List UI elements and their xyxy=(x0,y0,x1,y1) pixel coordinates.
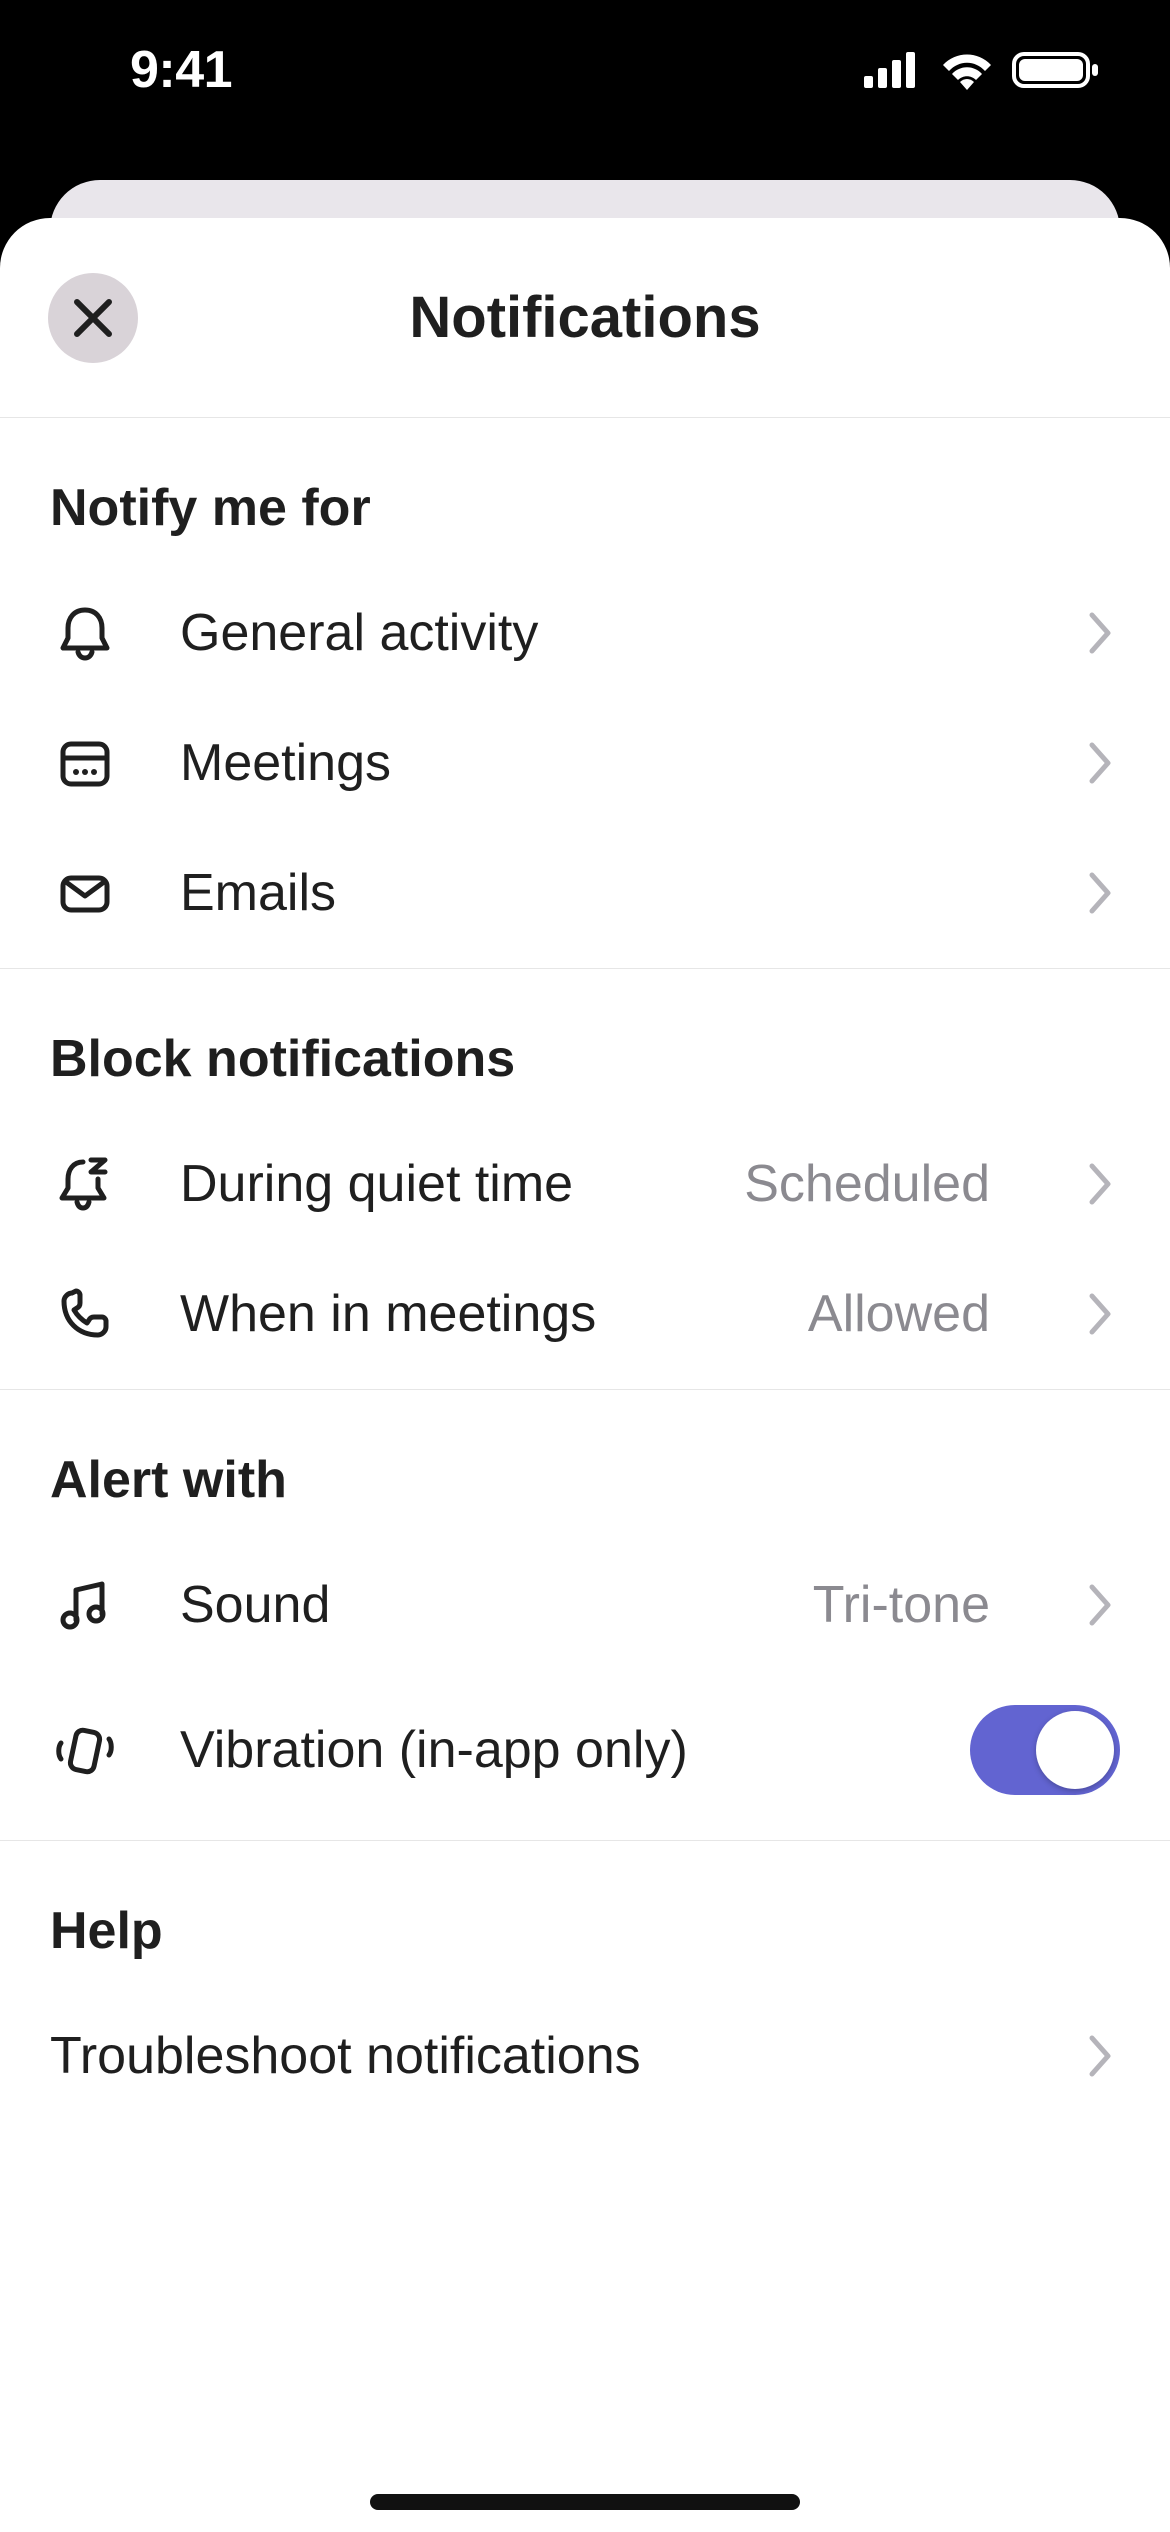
chevron-right-icon xyxy=(1080,871,1120,915)
toggle-knob xyxy=(1036,1711,1114,1789)
row-label: During quiet time xyxy=(180,1154,573,1214)
vibration-icon xyxy=(50,1721,120,1779)
row-sound[interactable]: Sound Tri-tone xyxy=(0,1540,1170,1670)
chevron-right-icon xyxy=(1080,1292,1120,1336)
section-block-notifications: Block notifications During quiet time Sc… xyxy=(0,969,1170,1390)
battery-icon xyxy=(1012,50,1100,90)
row-label: Troubleshoot notifications xyxy=(50,2026,641,2086)
section-header-help: Help xyxy=(0,1841,1170,1991)
row-label: Sound xyxy=(180,1575,330,1635)
section-header-alert: Alert with xyxy=(0,1390,1170,1540)
home-indicator xyxy=(370,2494,800,2510)
mail-icon xyxy=(50,864,120,922)
section-header-block: Block notifications xyxy=(0,969,1170,1119)
row-troubleshoot[interactable]: Troubleshoot notifications xyxy=(0,1991,1170,2121)
status-bar: 9:41 xyxy=(0,0,1170,140)
row-vibration: Vibration (in-app only) xyxy=(0,1670,1170,1830)
bell-icon xyxy=(50,604,120,662)
section-notify-me-for: Notify me for General activity xyxy=(0,418,1170,969)
row-quiet-time[interactable]: During quiet time Scheduled xyxy=(0,1119,1170,1249)
section-help: Help Troubleshoot notifications xyxy=(0,1841,1170,2131)
chevron-right-icon xyxy=(1080,611,1120,655)
row-when-in-meetings[interactable]: When in meetings Allowed xyxy=(0,1249,1170,1379)
notifications-sheet: Notifications Notify me for General acti… xyxy=(0,218,1170,2532)
phone-icon xyxy=(50,1285,120,1343)
status-icons xyxy=(864,50,1100,90)
close-button[interactable] xyxy=(48,273,138,363)
row-label: Vibration (in-app only) xyxy=(180,1720,688,1780)
row-emails[interactable]: Emails xyxy=(0,828,1170,958)
section-alert-with: Alert with Sound Tri-tone xyxy=(0,1390,1170,1841)
calendar-icon xyxy=(50,734,120,792)
music-note-icon xyxy=(50,1576,120,1634)
page-title: Notifications xyxy=(409,284,760,351)
sheet-header: Notifications xyxy=(0,218,1170,418)
row-value: Allowed xyxy=(808,1284,990,1344)
row-label: When in meetings xyxy=(180,1284,596,1344)
section-header-notify: Notify me for xyxy=(0,418,1170,568)
chevron-right-icon xyxy=(1080,741,1120,785)
row-label: General activity xyxy=(180,603,538,663)
chevron-right-icon xyxy=(1080,1583,1120,1627)
row-label: Meetings xyxy=(180,733,391,793)
chevron-right-icon xyxy=(1080,2034,1120,2078)
status-time: 9:41 xyxy=(130,40,232,100)
cellular-icon xyxy=(864,52,922,88)
row-general-activity[interactable]: General activity xyxy=(0,568,1170,698)
vibration-toggle[interactable] xyxy=(970,1705,1120,1795)
chevron-right-icon xyxy=(1080,1162,1120,1206)
row-meetings[interactable]: Meetings xyxy=(0,698,1170,828)
bell-snooze-icon xyxy=(50,1154,120,1214)
row-value: Tri-tone xyxy=(813,1575,990,1635)
wifi-icon xyxy=(940,50,994,90)
close-icon xyxy=(69,294,117,342)
row-value: Scheduled xyxy=(744,1154,990,1214)
row-label: Emails xyxy=(180,863,336,923)
